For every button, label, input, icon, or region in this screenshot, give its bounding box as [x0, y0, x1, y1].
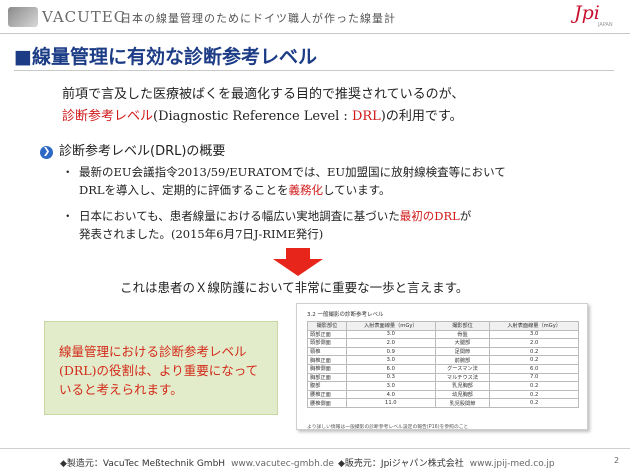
table-cell: 胸椎側面 — [307, 363, 347, 374]
column-header: 入射表面線量（mGy） — [345, 321, 436, 331]
bullet1-line2: DRLを導入し、定期的に評価することを義務化しています。 — [79, 181, 506, 199]
table-cell: 幼児胸部 — [434, 389, 491, 400]
table-cell: 頭部正面 — [307, 329, 347, 340]
intro-paragraph: 前項で言及した医療被ばくを最適化する目的で推奨されているのが、 診断参考レベル(… — [62, 84, 464, 128]
table-cell: 頸椎 — [307, 346, 347, 357]
slide-footer: ◆製造元：VacuTec Meßtechnik GmbH www.vacutec-… — [0, 448, 630, 473]
table-cell: 6.0 — [345, 363, 436, 374]
table-row: 胸椎側面 6.0 グースマン法 6.0 — [307, 363, 579, 374]
table-row: 胸椎正面 3.0 前腕部 0.2 — [307, 355, 579, 365]
drl-term-red: 診断参考レベル — [62, 109, 154, 124]
drl-table-title: 3.2 一般撮影の診断参考レベル — [307, 312, 384, 318]
chevron-right-icon: ❯ — [40, 146, 53, 159]
table-cell: 0.2 — [489, 346, 579, 357]
table-cell: マルチウス法 — [434, 372, 491, 383]
table-cell: 0.2 — [489, 389, 579, 400]
table-row: 腰椎正面 4.0 幼児胸部 0.2 — [307, 389, 579, 400]
table-cell: 11.0 — [345, 398, 436, 408]
drl-table-note: より詳しい情報は一般撮影の診断参考レベル設定の報告(P16)を参照のこと — [307, 425, 469, 430]
bullet1-line2-end: しています。 — [323, 183, 391, 197]
bullet2-line1: 日本においても、患者線量における幅広い実地調査に基づいた最初のDRLが — [79, 207, 471, 225]
bullet1-line2-pre: DRLを導入し、定期的に評価することを — [79, 183, 289, 197]
manufacturer-url: www.vacutec-gmbh.de — [231, 459, 334, 469]
table-cell: 2.0 — [489, 338, 579, 348]
table-cell: 3.0 — [489, 329, 579, 340]
page-number: 2 — [614, 456, 620, 465]
drl-table-document: 3.2 一般撮影の診断参考レベル 撮影部位 入射表面線量（mGy） 撮影部位 入… — [296, 303, 588, 430]
intro-line-1: 前項で言及した医療被ばくを最適化する目的で推奨されているのが、 — [62, 87, 465, 102]
drl-table-header-row: 撮影部位 入射表面線量（mGy） 撮影部位 入射表面線量（mGy） — [307, 321, 579, 331]
jpi-logo-sub: JAPAN — [598, 22, 613, 28]
table-cell: 7.0 — [489, 372, 579, 383]
table-cell: 前腕部 — [434, 355, 491, 365]
table-cell: 乳児胸部 — [434, 381, 491, 391]
table-cell: 胸部正面 — [307, 372, 347, 383]
table-row: 頸椎 0.9 足関節 0.2 — [307, 346, 579, 357]
bullet-marker: ・ — [62, 209, 74, 223]
drl-english: (Diagnostic Reference Level : — [153, 109, 352, 124]
table-cell: 0.2 — [489, 398, 579, 408]
bullet1-line1: 最新のEU会議指令2013/59/EURATOMでは、EU加盟国に放射線検査等に… — [79, 165, 506, 179]
table-cell: 3.0 — [345, 329, 436, 340]
bullet2-line1-pre: 日本においても、患者線量における幅広い実地調査に基づいた — [79, 209, 400, 223]
table-cell: 胸椎正面 — [307, 355, 347, 365]
table-row: 腹部 3.0 乳児胸部 0.2 — [307, 381, 579, 391]
table-cell: 3.0 — [345, 355, 436, 365]
intro-end: )の利用です。 — [380, 109, 463, 124]
vacutec-logo-text: VACUTEC — [42, 8, 127, 26]
table-cell: 骨盤 — [434, 329, 491, 340]
first-drl-red: 最初のDRL — [399, 209, 460, 223]
footer-seller: ◆販売元：Jpiジャパン株式会社 www.jpij-med.co.jp — [338, 456, 555, 469]
header-tagline: 日本の線量管理のためにドイツ職人が作った線量計 — [120, 12, 396, 25]
table-cell: 0.2 — [489, 381, 579, 391]
title-divider — [14, 70, 614, 71]
table-cell: 大腿部 — [434, 338, 491, 348]
table-cell: 4.0 — [345, 389, 436, 400]
table-row: 頭部側面 2.0 大腿部 2.0 — [307, 338, 579, 348]
table-cell: 腰椎側面 — [307, 398, 347, 408]
table-row: 頭部正面 3.0 骨盤 3.0 — [307, 329, 579, 340]
table-cell: 0.9 — [345, 346, 436, 357]
column-header: 撮影部位 — [434, 321, 491, 331]
table-cell: グースマン法 — [434, 363, 491, 374]
table-cell: 3.0 — [345, 381, 436, 391]
jpi-logo-icon: Jpi — [574, 2, 600, 24]
mandatory-red: 義務化 — [288, 183, 324, 197]
highlight-box-text: 線量管理における診断参考レベル(DRL)の役割は、より重要になっていると考えられ… — [59, 344, 259, 397]
table-cell: 腹部 — [307, 381, 347, 391]
table-cell: 乳児股関節 — [434, 398, 491, 408]
table-cell: 頭部側面 — [307, 338, 347, 348]
drl-table: 撮影部位 入射表面線量（mGy） 撮影部位 入射表面線量（mGy） 頭部正面 3.… — [307, 321, 579, 408]
slide-header: VACUTEC 日本の線量管理のためにドイツ職人が作った線量計 Jpi JAPA… — [0, 0, 630, 34]
manufacturer-label: ◆製造元：VacuTec Meßtechnik GmbH — [60, 459, 226, 469]
table-cell: 6.0 — [489, 363, 579, 374]
slide-title: ■線量管理に有効な診断参考レベル — [14, 46, 317, 68]
conclusion-text: これは患者のＸ線防護において非常に重要な一歩と言えます。 — [120, 280, 469, 295]
intro-line-2: 診断参考レベル(Diagnostic Reference Level : DRL… — [62, 106, 464, 128]
seller-url: www.jpij-med.co.jp — [469, 459, 555, 469]
vacutec-logo-icon — [8, 7, 38, 27]
down-arrow-icon — [273, 248, 323, 276]
seller-label: ◆販売元：Jpiジャパン株式会社 — [338, 459, 464, 469]
column-header: 撮影部位 — [307, 321, 347, 331]
section-heading-text: 診断参考レベル(DRL)の概要 — [59, 144, 226, 159]
highlight-box: 線量管理における診断参考レベル(DRL)の役割は、より重要になっていると考えられ… — [44, 321, 278, 415]
drl-abbr-red: DRL — [351, 109, 381, 124]
table-cell: 2.0 — [345, 338, 436, 348]
bullet-marker: ・ — [62, 165, 74, 179]
bullet-eu-directive: ・ 最新のEU会議指令2013/59/EURATOMでは、EU加盟国に放射線検査… — [62, 163, 506, 199]
bullet2-line1-end: が — [459, 209, 472, 223]
table-cell: 腰椎正面 — [307, 389, 347, 400]
column-header: 入射表面線量（mGy） — [489, 321, 579, 331]
table-cell: 0.2 — [489, 355, 579, 365]
table-row: 胸部正面 0.3 マルチウス法 7.0 — [307, 372, 579, 383]
section-heading: ❯ 診断参考レベル(DRL)の概要 — [40, 140, 225, 159]
table-cell: 0.3 — [345, 372, 436, 383]
table-row: 腰椎側面 11.0 乳児股関節 0.2 — [307, 398, 579, 408]
bullet2-line2: 発表されました。(2015年6月7日J-RIME発行) — [79, 227, 324, 241]
bullet-japan-drl: ・ 日本においても、患者線量における幅広い実地調査に基づいた最初のDRLが 発表… — [62, 207, 471, 243]
footer-manufacturer: ◆製造元：VacuTec Meßtechnik GmbH www.vacutec-… — [60, 456, 334, 469]
table-cell: 足関節 — [434, 346, 491, 357]
